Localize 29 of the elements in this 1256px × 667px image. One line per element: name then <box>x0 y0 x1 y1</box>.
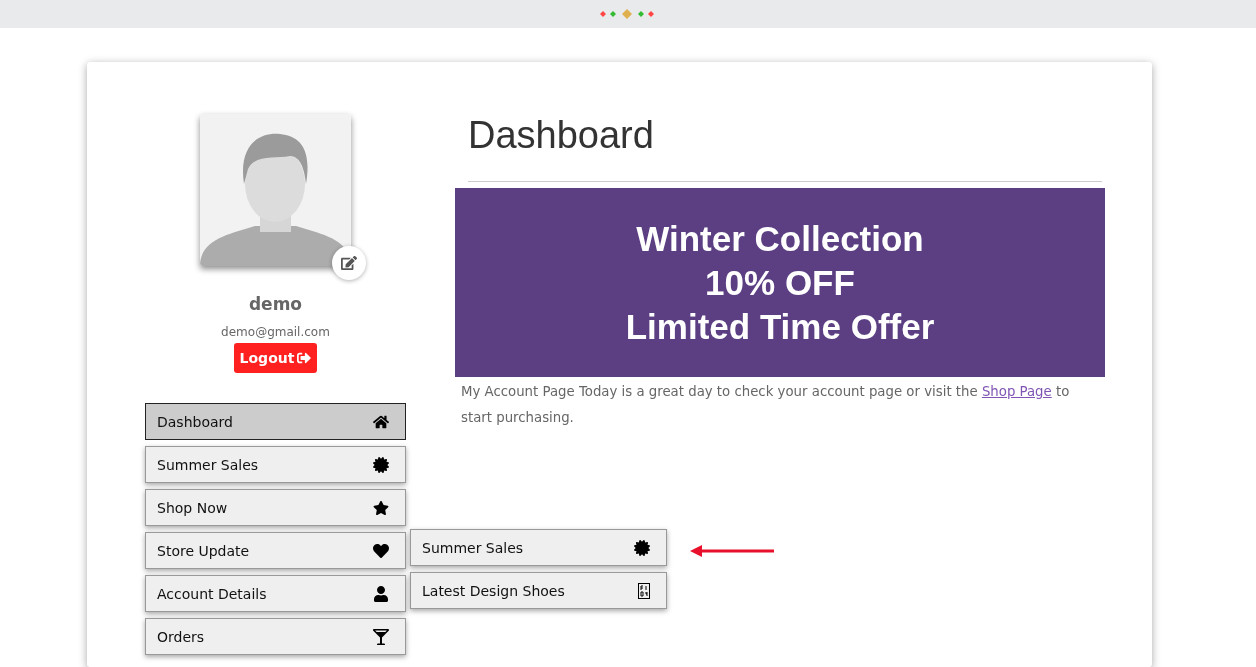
menu-item[interactable]: Dashboard <box>145 403 406 440</box>
edit-avatar-button[interactable] <box>332 246 366 280</box>
home-icon <box>373 413 389 430</box>
glass-icon <box>373 628 389 645</box>
menu-item[interactable]: Orders <box>145 618 406 655</box>
menu-item[interactable]: Shop Now <box>145 489 406 526</box>
page-title: Dashboard <box>468 114 1102 182</box>
user-email: demo@gmail.com <box>221 325 330 339</box>
logout-button[interactable]: Logout <box>233 343 318 373</box>
user-icon <box>373 585 389 602</box>
banner-text: Winter Collection <box>636 217 924 260</box>
menu-item[interactable]: Account Details <box>145 575 406 612</box>
intro-paragraph: My Account Page Today is a great day to check your account page or visit the Shop Page to start purchasing. <box>461 383 1071 427</box>
submenu-item[interactable]: Latest Design Shoes <box>410 572 667 609</box>
heart-icon <box>373 542 389 559</box>
menu-item[interactable]: Store Update <box>145 532 406 569</box>
banner-text: 10% OFF <box>705 261 855 304</box>
edit-icon <box>341 255 357 271</box>
banner-text: Limited Time Offer <box>625 305 935 348</box>
submenu-item[interactable]: Summer Sales <box>410 529 667 566</box>
menu-item[interactable]: Summer Sales <box>145 446 406 483</box>
arrow-icon <box>690 545 774 557</box>
shop-page-link[interactable]: Shop Page <box>981 384 1052 399</box>
badge-icon <box>373 456 389 473</box>
missing-glyph-icon <box>638 582 650 599</box>
badge-icon <box>634 539 650 556</box>
user-name: demo <box>248 294 303 314</box>
star-icon <box>373 499 389 516</box>
logout-icon <box>297 351 312 365</box>
